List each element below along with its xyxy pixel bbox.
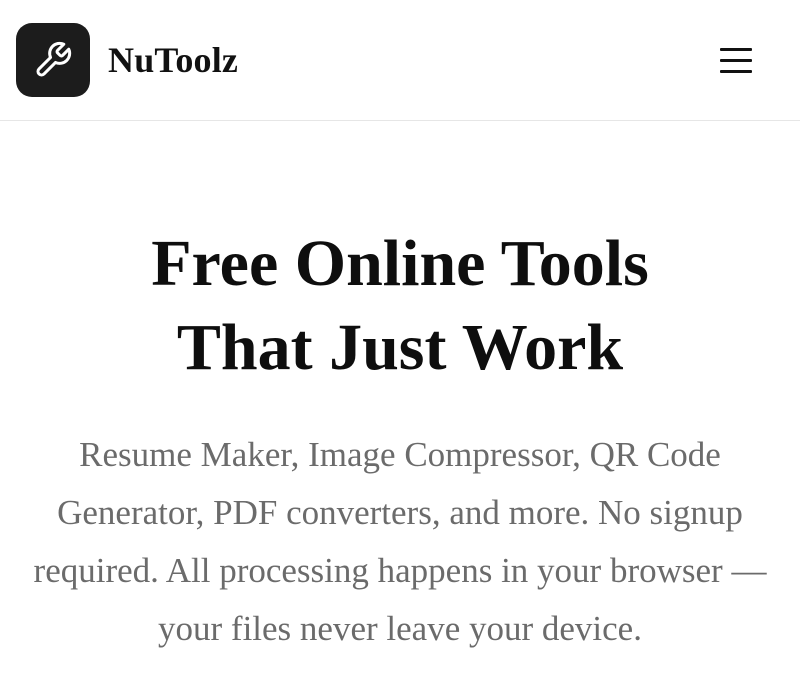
hamburger-menu-icon[interactable] (720, 42, 756, 78)
site-header: NuToolz (0, 0, 800, 121)
wrench-icon (36, 41, 72, 77)
home-logo-link[interactable]: NuToolz (16, 23, 238, 97)
hero-section: Free Online Tools That Just Work Resume … (0, 222, 800, 658)
hero-title: Free Online Tools That Just Work (0, 222, 800, 390)
brand-name: NuToolz (108, 40, 239, 80)
hero-title-line-1: Free Online Tools (151, 227, 649, 300)
hero-subtitle: Resume Maker, Image Compressor, QR Code … (33, 435, 767, 648)
menu-bar (720, 47, 752, 51)
hero-title-line-2: That Just Work (176, 311, 624, 384)
menu-bar (720, 69, 752, 73)
logo-badge (16, 23, 90, 97)
menu-bar (720, 58, 752, 62)
